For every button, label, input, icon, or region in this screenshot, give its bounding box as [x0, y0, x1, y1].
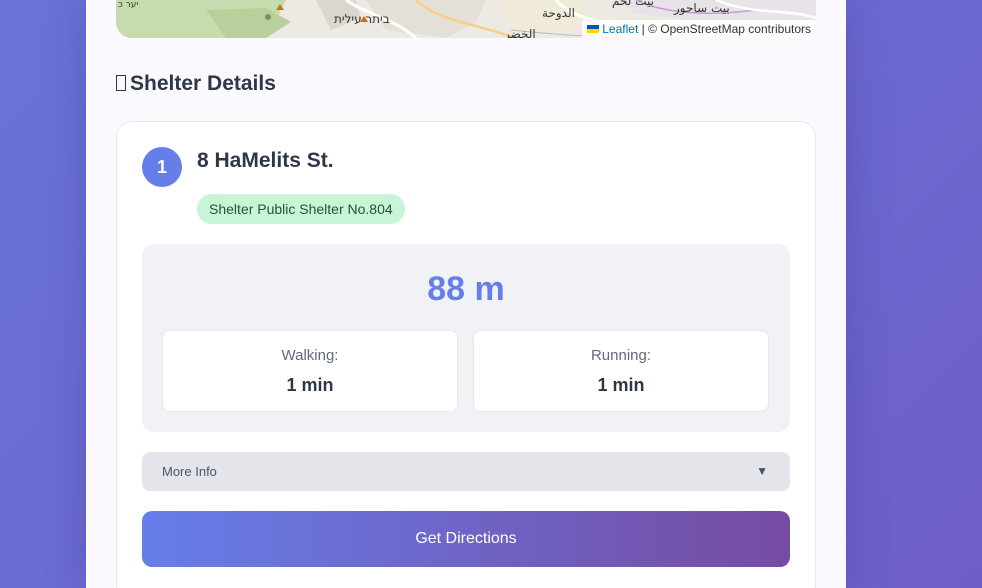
map-label: الدوحة: [542, 6, 575, 20]
map-label: יער כ: [118, 0, 139, 10]
shelter-card: 1 8 HaMelits St. Shelter Public Shelter …: [116, 121, 816, 588]
more-info-label: More Info: [162, 464, 217, 479]
distance-box: 88 m Walking: 1 min Running: 1 min: [142, 244, 790, 432]
shelter-icon: [116, 75, 126, 91]
map-label: ביתר עילית: [334, 12, 390, 26]
running-time-card: Running: 1 min: [473, 330, 769, 412]
more-info-toggle[interactable]: More Info ▼: [142, 452, 790, 491]
map-label: الخضر: [504, 27, 536, 38]
walking-time-value: 1 min: [286, 375, 334, 395]
shelter-type-badge: Shelter Public Shelter No.804: [197, 194, 405, 224]
get-directions-button[interactable]: Get Directions: [142, 511, 790, 567]
leaflet-link[interactable]: Leaflet: [602, 22, 638, 36]
map-label: بيت لحم: [612, 0, 654, 8]
section-title-text: Shelter Details: [130, 72, 276, 95]
chevron-down-icon: ▼: [756, 464, 768, 478]
distance-value: 88 m: [427, 270, 505, 308]
walking-label: Walking:: [281, 347, 339, 364]
ukraine-flag-icon: [587, 25, 600, 33]
walking-time-card: Walking: 1 min: [162, 330, 458, 412]
shelter-address: 8 HaMelits St.: [197, 149, 334, 172]
map-label: بيت ساحور: [674, 1, 730, 15]
map-view[interactable]: ביתר עילית الدوحة بيت لحم بيت ساحور יער …: [116, 0, 816, 38]
running-label: Running:: [590, 347, 652, 364]
shelter-index-badge: 1: [142, 147, 182, 187]
map-attribution: Leaflet | © OpenStreetMap contributors: [582, 20, 816, 38]
running-time-value: 1 min: [597, 375, 645, 395]
section-title: Shelter Details: [116, 72, 276, 96]
attribution-text: | © OpenStreetMap contributors: [641, 22, 811, 36]
